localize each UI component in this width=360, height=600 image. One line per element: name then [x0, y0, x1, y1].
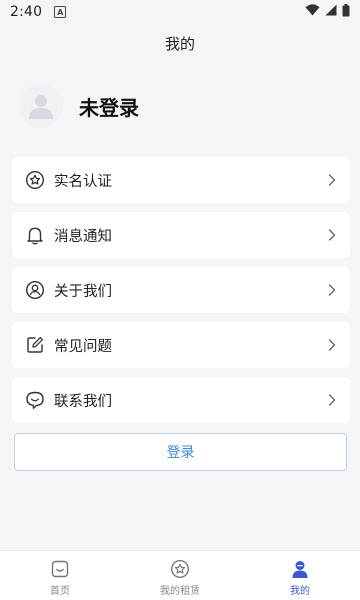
chevron-right-icon — [326, 229, 338, 241]
login-button[interactable]: 登录 — [14, 433, 347, 471]
edit-icon — [25, 335, 45, 355]
bottom-tab-bar: 首页 我的租赁 我的 — [0, 550, 360, 600]
menu-label: 联系我们 — [54, 393, 112, 410]
status-time: 2:40 — [10, 4, 43, 20]
battery-icon — [342, 3, 350, 21]
tab-home[interactable]: 首页 — [0, 551, 120, 600]
menu-item-notifications[interactable]: 消息通知 — [12, 212, 350, 258]
menu-label: 消息通知 — [54, 228, 112, 245]
chevron-right-icon — [326, 339, 338, 351]
tab-mine[interactable]: 我的 — [240, 551, 360, 600]
home-icon — [49, 558, 71, 580]
profile-section[interactable]: 未登录 — [19, 84, 139, 128]
menu-label: 实名认证 — [54, 173, 112, 190]
user-avatar-icon[interactable] — [19, 84, 63, 128]
menu-item-about-us[interactable]: 关于我们 — [12, 267, 350, 313]
tab-label: 我的租赁 — [160, 586, 200, 597]
status-icons — [305, 3, 350, 21]
menu-label: 关于我们 — [54, 283, 112, 300]
menu-item-faq[interactable]: 常见问题 — [12, 322, 350, 368]
chat-bubble-icon — [25, 390, 45, 410]
tab-label: 首页 — [50, 586, 70, 597]
bell-icon — [25, 225, 45, 245]
status-bar: 2:40 A — [0, 0, 360, 24]
menu-item-contact-us[interactable]: 联系我们 — [12, 377, 350, 423]
star-icon — [169, 558, 191, 580]
certificate-star-icon — [25, 170, 45, 190]
menu-label: 常见问题 — [54, 338, 112, 355]
chevron-right-icon — [326, 394, 338, 406]
menu-item-verification[interactable]: 实名认证 — [12, 157, 350, 203]
tab-label: 我的 — [290, 586, 310, 597]
chevron-right-icon — [326, 174, 338, 186]
person-circle-icon — [25, 280, 45, 300]
chevron-right-icon — [326, 284, 338, 296]
tab-my-rentals[interactable]: 我的租赁 — [120, 551, 240, 600]
profile-name[interactable]: 未登录 — [79, 92, 139, 121]
page-title: 我的 — [164, 35, 195, 53]
user-icon — [289, 558, 311, 580]
signal-icon — [325, 4, 337, 20]
notification-icon: A — [54, 6, 67, 18]
wifi-icon — [305, 4, 320, 20]
